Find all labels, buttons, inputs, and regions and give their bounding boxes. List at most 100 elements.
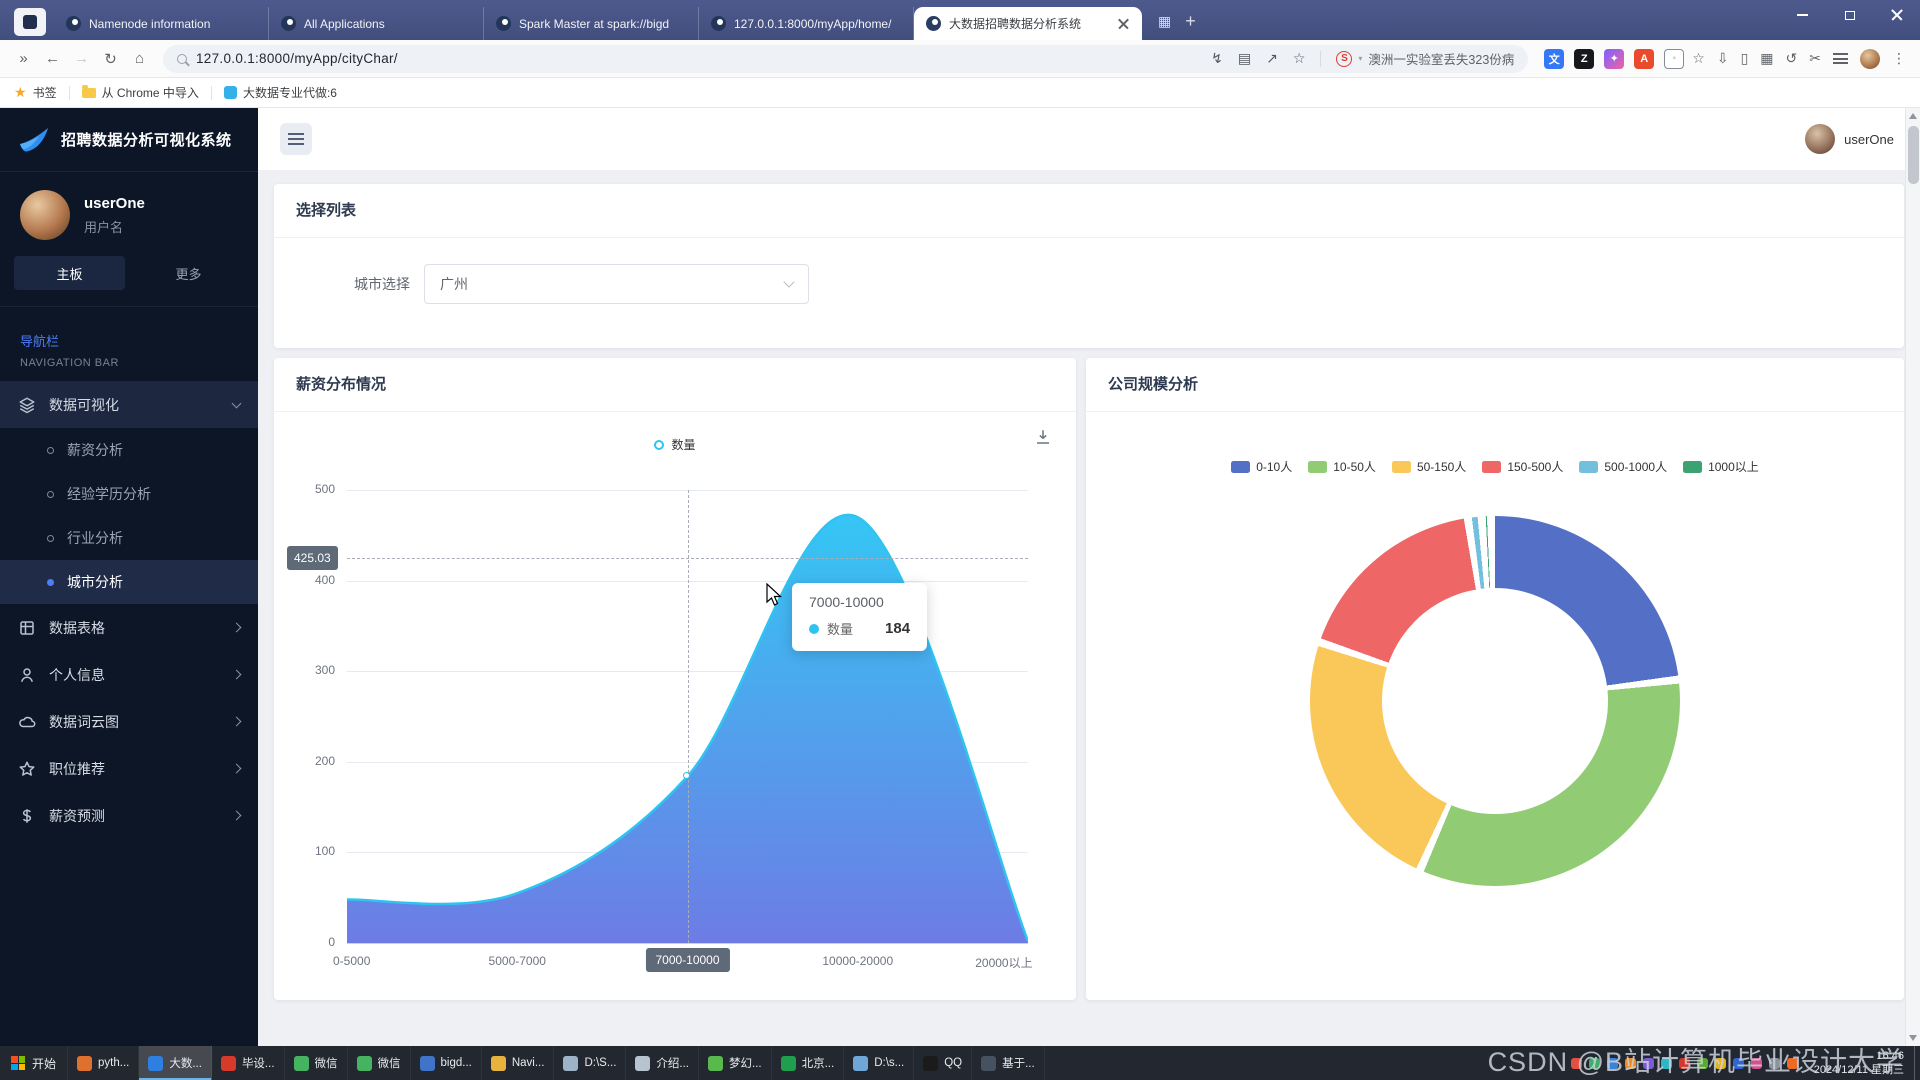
company-chart[interactable]: 0-10人 10-50人 50-150人 150-500人 500-1000人 1000以… bbox=[1086, 412, 1904, 1000]
collapse-sidebar-button[interactable] bbox=[280, 123, 312, 155]
maximize-button[interactable] bbox=[1826, 0, 1873, 30]
downloads-icon[interactable]: ⇩ bbox=[1717, 50, 1729, 67]
apps-grid-icon[interactable]: ▦ bbox=[1760, 50, 1773, 67]
scroll-down-arrow-icon[interactable] bbox=[1909, 1035, 1917, 1041]
browser-profile-avatar[interactable] bbox=[1860, 49, 1880, 69]
sidebar-item-个人信息[interactable]: 个人信息 bbox=[0, 651, 258, 698]
taskbar-item-3[interactable]: 微信 bbox=[285, 1046, 348, 1080]
taskbar-item-7[interactable]: D:\S... bbox=[554, 1046, 626, 1080]
taskbar-item-13[interactable]: 基于... bbox=[972, 1046, 1045, 1080]
browser-tab-1[interactable]: All Applications bbox=[269, 7, 484, 40]
sidebar-tab-more[interactable]: 更多 bbox=[133, 256, 244, 290]
scrollbar-thumb[interactable] bbox=[1908, 126, 1919, 184]
tab-close-icon[interactable] bbox=[1118, 18, 1130, 30]
translate-extension-icon[interactable]: 文 bbox=[1544, 49, 1564, 69]
url-text[interactable]: 127.0.0.1:8000/myApp/cityChar/ bbox=[196, 51, 1202, 66]
tray-icon-5[interactable] bbox=[1661, 1058, 1672, 1069]
home-button[interactable]: ⌂ bbox=[126, 50, 153, 67]
address-bar[interactable]: 127.0.0.1:8000/myApp/cityChar/ ↯ ▤ ↗ ☆ S… bbox=[163, 45, 1528, 73]
city-select[interactable]: 广州 bbox=[424, 264, 809, 304]
taskbar-item-2[interactable]: 毕设... bbox=[212, 1046, 285, 1080]
taskbar-item-1[interactable]: 大数... bbox=[139, 1046, 212, 1080]
z-extension-icon[interactable]: Z bbox=[1574, 49, 1594, 69]
bookmark-item-0[interactable]: ★书签 bbox=[14, 84, 57, 101]
news-widget[interactable]: S ▾ 澳洲一实验室丢失323份病 bbox=[1336, 49, 1514, 68]
sidebar-item-数据表格[interactable]: 数据表格 bbox=[0, 604, 258, 651]
legend-item-500-1000人[interactable]: 500-1000人 bbox=[1579, 458, 1667, 475]
tray-icon-0[interactable] bbox=[1571, 1058, 1582, 1069]
tray-icon-1[interactable] bbox=[1589, 1058, 1600, 1069]
sidebar-subitem-行业分析[interactable]: 行业分析 bbox=[0, 516, 258, 560]
overflow-icon[interactable]: » bbox=[10, 50, 37, 67]
company-donut-chart[interactable] bbox=[1310, 516, 1680, 886]
page-scrollbar[interactable] bbox=[1905, 108, 1920, 1046]
taskbar-item-0[interactable]: pyth... bbox=[68, 1046, 139, 1080]
bookmark-item-2[interactable]: 大数据专业代做:6 bbox=[224, 84, 337, 101]
start-button[interactable]: 开始 bbox=[0, 1046, 68, 1080]
tray-icon-12[interactable] bbox=[1787, 1058, 1798, 1069]
app-logo-row[interactable]: 招聘数据分析可视化系统 bbox=[0, 108, 258, 172]
scroll-up-arrow-icon[interactable] bbox=[1909, 113, 1917, 119]
reload-button[interactable]: ↻ bbox=[97, 50, 124, 68]
extensions-puzzle-icon[interactable]: ◦ bbox=[1664, 49, 1684, 69]
history-icon[interactable]: ↺ bbox=[1786, 50, 1798, 67]
sidebar-subitem-薪资分析[interactable]: 薪资分析 bbox=[0, 428, 258, 472]
legend-item-150-500人[interactable]: 150-500人 bbox=[1482, 458, 1563, 475]
show-desktop-button[interactable] bbox=[1914, 1046, 1920, 1080]
tray-icon-9[interactable] bbox=[1733, 1058, 1744, 1069]
favorites-star-icon[interactable]: ☆ bbox=[1692, 50, 1705, 67]
ai-spark-extension-icon[interactable]: ✦ bbox=[1604, 49, 1624, 69]
tray-icon-10[interactable] bbox=[1751, 1058, 1762, 1069]
sidebar-item-数据可视化[interactable]: 数据可视化 bbox=[0, 381, 258, 428]
sidebar-subitem-城市分析[interactable]: 城市分析 bbox=[0, 560, 258, 604]
forward-button[interactable]: → bbox=[68, 50, 95, 67]
browser-tab-2[interactable]: Spark Master at spark://bigd bbox=[484, 7, 699, 40]
legend-item-0-10人[interactable]: 0-10人 bbox=[1231, 458, 1292, 475]
browser-menu-icon[interactable] bbox=[1833, 53, 1848, 64]
sidebar-user[interactable]: userOne 用户名 bbox=[0, 172, 258, 256]
salary-plot-area[interactable]: 7000-10000 数量 184 01002003004005000-5000… bbox=[347, 490, 1028, 943]
screenshot-scissors-icon[interactable]: ✂ bbox=[1809, 50, 1821, 67]
share-icon[interactable]: ↗ bbox=[1266, 50, 1278, 67]
close-button[interactable] bbox=[1873, 0, 1920, 30]
legend-item-1000以上[interactable]: 1000以上 bbox=[1683, 458, 1759, 475]
tray-icon-4[interactable] bbox=[1643, 1058, 1654, 1069]
taskbar-item-10[interactable]: 北京... bbox=[772, 1046, 845, 1080]
sidebar-item-职位推荐[interactable]: 职位推荐 bbox=[0, 745, 258, 792]
pinned-tab[interactable] bbox=[14, 8, 46, 36]
browser-tab-3[interactable]: 127.0.0.1:8000/myApp/home/ bbox=[699, 7, 914, 40]
more-vertical-icon[interactable]: ⋮ bbox=[1892, 50, 1906, 67]
new-tab-button[interactable]: + bbox=[1185, 11, 1196, 32]
back-button[interactable]: ← bbox=[39, 50, 66, 67]
bookmark-item-1[interactable]: 从 Chrome 中导入 bbox=[82, 84, 199, 101]
tray-icon-3[interactable] bbox=[1625, 1058, 1636, 1069]
taskbar-item-11[interactable]: D:\s... bbox=[844, 1046, 914, 1080]
browser-tab-0[interactable]: Namenode information bbox=[54, 7, 269, 40]
taskbar-item-9[interactable]: 梦幻... bbox=[699, 1046, 772, 1080]
browser-tab-4[interactable]: 大数据招聘数据分析系统 bbox=[914, 7, 1142, 40]
legend-item-50-150人[interactable]: 50-150人 bbox=[1392, 458, 1466, 475]
taskbar-item-12[interactable]: QQ bbox=[914, 1046, 972, 1080]
salary-legend[interactable]: 数量 bbox=[274, 436, 1076, 453]
topbar-user-chip[interactable]: userOne bbox=[1805, 124, 1894, 154]
tray-icon-2[interactable] bbox=[1607, 1058, 1618, 1069]
phone-icon[interactable]: ▯ bbox=[1741, 50, 1749, 67]
lightning-icon[interactable]: ↯ bbox=[1211, 50, 1223, 67]
taskbar-item-5[interactable]: bigd... bbox=[411, 1046, 482, 1080]
tray-icon-8[interactable] bbox=[1715, 1058, 1726, 1069]
taskbar-clock[interactable]: 16:462024/12/11 星期三 bbox=[1808, 1046, 1914, 1080]
tray-icon-11[interactable] bbox=[1769, 1058, 1780, 1069]
taskbar-item-6[interactable]: Navi... bbox=[482, 1046, 555, 1080]
minimize-button[interactable] bbox=[1779, 0, 1826, 30]
legend-item-10-50人[interactable]: 10-50人 bbox=[1308, 458, 1376, 475]
sidebar-item-薪资预测[interactable]: 薪资预测 bbox=[0, 792, 258, 839]
x-axis-tick-label[interactable]: 7000-10000 bbox=[645, 948, 729, 972]
news-headline[interactable]: 澳洲一实验室丢失323份病 bbox=[1368, 49, 1514, 68]
sidebar-subitem-经验学历分析[interactable]: 经验学历分析 bbox=[0, 472, 258, 516]
tray-icon-7[interactable] bbox=[1697, 1058, 1708, 1069]
sidebar-tab-main[interactable]: 主板 bbox=[14, 256, 125, 290]
adobe-extension-icon[interactable]: A bbox=[1634, 49, 1654, 69]
salary-chart[interactable]: 数量 7000-10000 数量 184 bbox=[274, 412, 1076, 1000]
tab-group-icon[interactable]: ▦ bbox=[1158, 13, 1171, 30]
sidebar-item-数据词云图[interactable]: 数据词云图 bbox=[0, 698, 258, 745]
